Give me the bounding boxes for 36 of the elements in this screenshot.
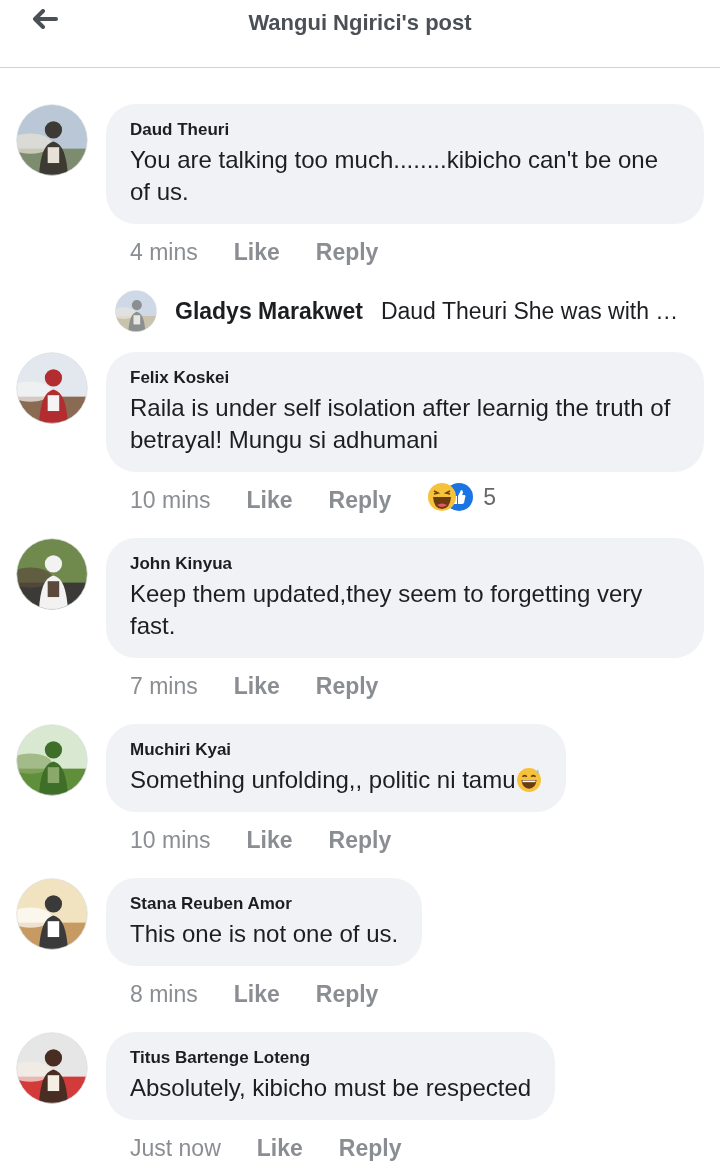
reaction-count: 5 <box>483 483 496 511</box>
reply-link[interactable]: Reply <box>338 1134 402 1162</box>
comment-author[interactable]: John Kinyua <box>130 554 680 574</box>
reply-link[interactable]: Reply <box>315 238 379 266</box>
comment-author[interactable]: Felix Koskei <box>130 368 680 388</box>
reply-link[interactable]: Reply <box>328 826 392 854</box>
comment-text: Raila is under self isolation after learnig the truth of betrayal! Mungu si adhumani <box>130 394 671 453</box>
comment-time: 10 mins <box>130 486 211 514</box>
comment-time: 4 mins <box>130 238 198 266</box>
comment-text: Keep them updated,they seem to forgetting very fast. <box>130 580 643 639</box>
like-link[interactable]: Like <box>256 1134 303 1162</box>
comment-author[interactable]: Stana Reuben Amor <box>130 894 399 914</box>
comment-author[interactable]: Daud Theuri <box>130 120 680 140</box>
back-arrow-icon[interactable] <box>32 9 58 29</box>
page-title: Wangui Ngirici's post <box>248 9 472 36</box>
like-link[interactable]: Like <box>246 486 293 514</box>
comment-time: 8 mins <box>130 980 198 1008</box>
like-link[interactable]: Like <box>233 672 280 700</box>
reply-author[interactable]: Gladys Marakwet <box>175 297 363 325</box>
comment-time: 7 mins <box>130 672 198 700</box>
like-link[interactable]: Like <box>233 238 280 266</box>
comment-text: You are talking too much........kibicho can't be one of us. <box>130 146 659 205</box>
like-link[interactable]: Like <box>246 826 293 854</box>
comment-text: Absolutely, kibicho must be respected <box>130 1074 532 1101</box>
reply-link[interactable]: Reply <box>315 672 379 700</box>
reply-link[interactable]: Reply <box>315 980 379 1008</box>
reply-link[interactable]: Reply <box>328 486 392 514</box>
comment-time: 10 mins <box>130 826 211 854</box>
comment-text: This one is not one of us. <box>130 920 399 947</box>
comment-text: Something unfolding,, politic ni tamu <box>130 766 516 793</box>
reaction-icons[interactable] <box>427 482 476 512</box>
comment-time: Just now <box>130 1134 221 1162</box>
reply-preview-text[interactable]: Daud Theuri She was with … <box>380 297 679 325</box>
comment-author[interactable]: Titus Bartenge Loteng <box>130 1048 532 1068</box>
like-link[interactable]: Like <box>233 980 280 1008</box>
comment-author[interactable]: Muchiri Kyai <box>130 740 542 760</box>
